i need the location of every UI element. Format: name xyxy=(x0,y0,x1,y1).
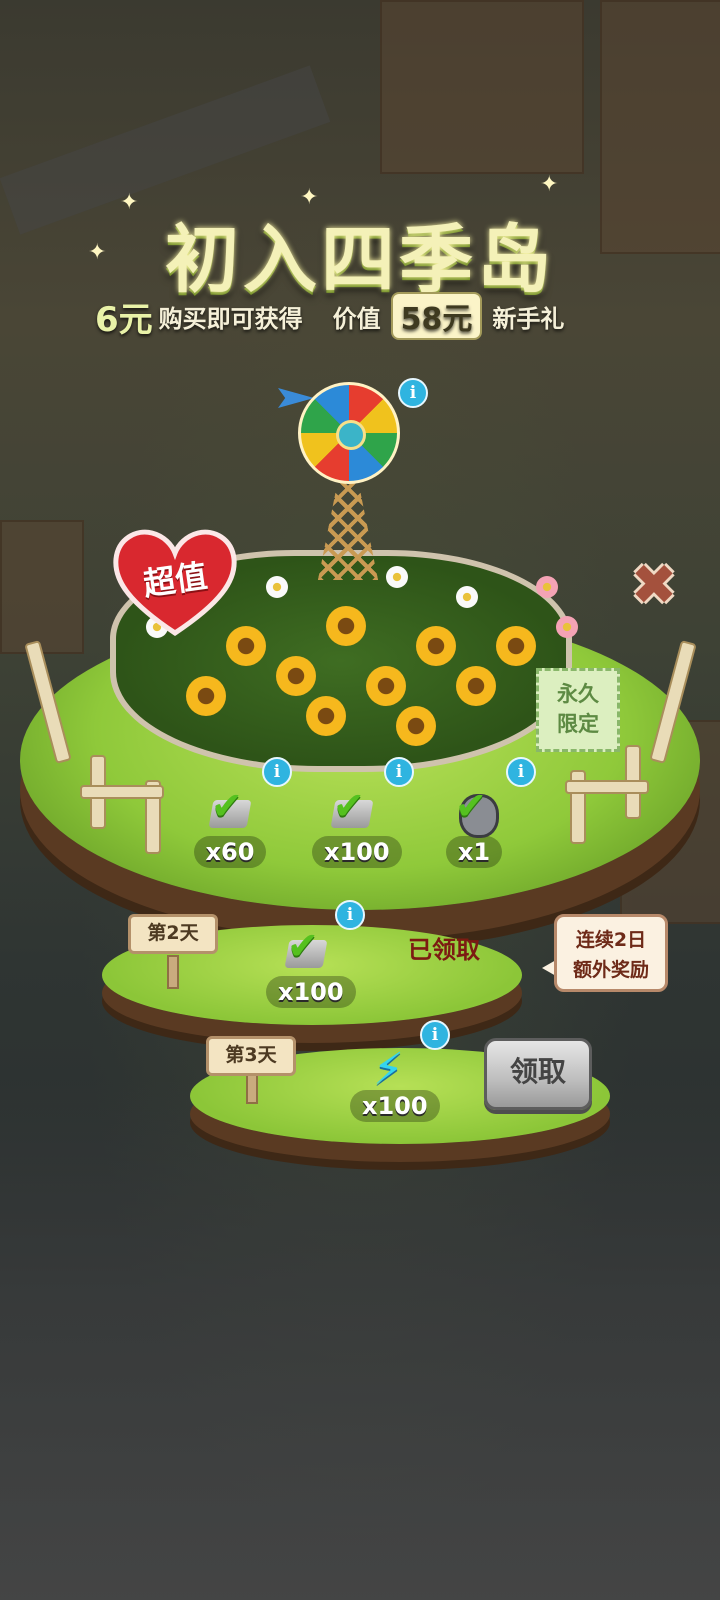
sunflower xyxy=(366,666,406,706)
background-stairs xyxy=(0,520,84,654)
reward-count: x1 xyxy=(445,836,503,868)
white-flower xyxy=(386,566,408,588)
check-icon: ✔ xyxy=(333,784,365,828)
check-icon: ✔ xyxy=(455,784,487,828)
claimed-status: 已领取 xyxy=(408,936,480,964)
sunflower xyxy=(496,626,536,666)
close-button[interactable]: ✖ xyxy=(628,558,680,614)
energy-bolt-icon: ⚡ xyxy=(367,1044,413,1095)
title-area: ✦ ✦ ✦ ✦ 初入四季岛 6元 购买即可获得 价值 58元 新手礼 xyxy=(0,172,720,340)
info-icon[interactable]: i xyxy=(335,900,365,930)
permanent-limited-stamp: 永久 限定 xyxy=(536,668,620,752)
bubble-line-1: 连续2日 xyxy=(575,929,647,951)
fog-overlay xyxy=(0,1080,720,1600)
day-2-sign: 第2天 xyxy=(128,914,218,954)
reward-item[interactable]: ✔ x1 xyxy=(434,784,514,868)
stamp-line-2: 限定 xyxy=(557,712,599,736)
check-icon: ✔ xyxy=(211,784,243,828)
info-icon[interactable]: i xyxy=(398,378,428,408)
sunflower xyxy=(326,606,366,646)
sunflower xyxy=(456,666,496,706)
check-icon: ✔ xyxy=(287,924,319,968)
bubble-line-2: 额外奖励 xyxy=(572,959,649,981)
bolt-shape: ⚡ xyxy=(373,1044,404,1095)
info-icon[interactable]: i xyxy=(506,757,536,787)
value-heart-badge: 超值 xyxy=(110,525,240,640)
check-box-icon: ✔ xyxy=(207,784,253,836)
info-icon[interactable]: i xyxy=(262,757,292,787)
sparkle-icon: ✦ xyxy=(540,172,559,197)
fence-rail xyxy=(565,780,649,794)
info-icon[interactable]: i xyxy=(384,757,414,787)
reward-item[interactable]: ✔ x100 xyxy=(312,784,402,868)
stamp-line-1: 永久 xyxy=(557,682,599,706)
check-box-icon: ✔ xyxy=(329,784,375,836)
pink-flower xyxy=(556,616,578,638)
bonus-bubble: 连续2日 额外奖励 xyxy=(554,914,668,992)
sign-post xyxy=(167,955,179,989)
reward-count: x100 xyxy=(266,976,356,1008)
check-box-icon: ✔ xyxy=(283,924,329,976)
reward-count: x100 xyxy=(312,836,402,868)
background-building xyxy=(380,0,584,174)
offer-price: 6元 xyxy=(95,299,153,340)
offer-value-suffix: 新手礼 xyxy=(492,304,565,333)
reward-item[interactable]: ✔ x100 xyxy=(266,924,356,1008)
raccoon-icon: ✔ xyxy=(451,784,499,838)
claim-button[interactable]: 领取 xyxy=(484,1038,592,1110)
sunflower xyxy=(186,676,226,716)
day-3-sign: 第3天 xyxy=(206,1036,296,1076)
sunflower xyxy=(306,696,346,736)
reward-item[interactable]: ⚡ x100 xyxy=(350,1044,440,1122)
offer-price-text: 购买即可获得 xyxy=(158,304,303,333)
offer-value-amount: 58元 xyxy=(390,292,483,340)
reward-count: x60 xyxy=(193,836,267,868)
reward-item[interactable]: ✔ x60 xyxy=(190,784,270,868)
pink-flower xyxy=(536,576,558,598)
white-flower xyxy=(266,576,288,598)
offer-subtitle: 6元 购买即可获得 价值 58元 新手礼 xyxy=(95,292,564,340)
sunflower xyxy=(396,706,436,746)
sunflower xyxy=(276,656,316,696)
offer-value-prefix: 价值 xyxy=(332,304,381,333)
white-flower xyxy=(456,586,478,608)
windmill-hub xyxy=(336,420,366,450)
fence-rail xyxy=(80,785,164,799)
sunflower xyxy=(416,626,456,666)
